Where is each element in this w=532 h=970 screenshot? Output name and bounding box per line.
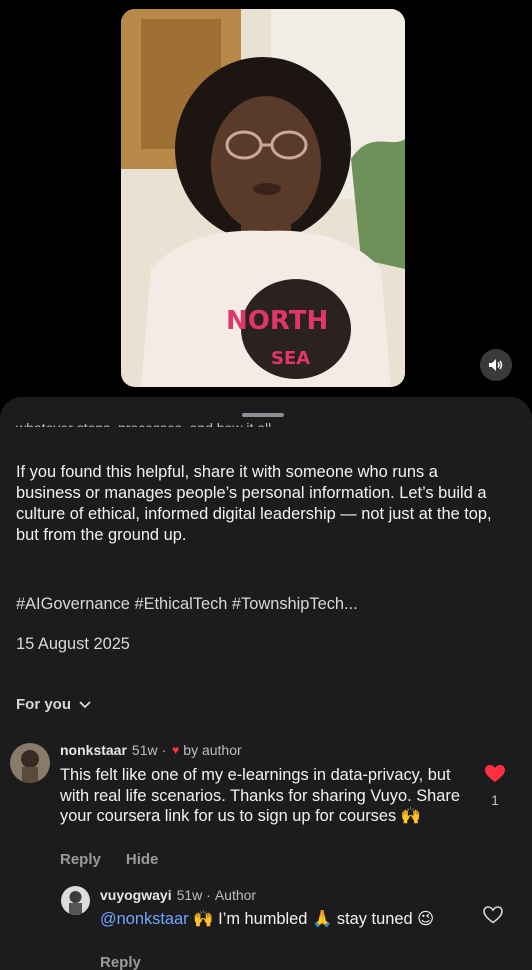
post-date: 15 August 2025 [16, 635, 130, 653]
like-count: 1 [491, 792, 499, 808]
svg-text:SEA: SEA [271, 348, 310, 369]
post-hashtags[interactable]: #AIGovernance #EthicalTech #TownshipTech… [16, 595, 358, 614]
heart-icon: ♥ [172, 743, 180, 757]
post-caption: If you found this helpful, share it with… [16, 463, 492, 544]
truncated-caption-line: whatever steps, processes, and how it al… [16, 415, 346, 427]
reply-button[interactable]: Reply [100, 954, 141, 970]
avatar[interactable] [10, 743, 50, 783]
comment-username[interactable]: vuyogwayi [100, 887, 172, 903]
sheet-drag-handle[interactable] [242, 413, 284, 417]
speaker-muted-icon [489, 359, 503, 371]
comment-meta: nonkstaar 51w · ♥ by author [60, 742, 242, 758]
comment-meta: vuyogwayi 51w · Author [100, 887, 256, 903]
avatar[interactable] [61, 886, 90, 915]
reply-text: 🙌 I’m humbled 🙏 stay tuned 😉 [188, 910, 435, 928]
comment-like [482, 906, 504, 929]
mute-button[interactable] [480, 349, 512, 381]
heart-outline-icon[interactable] [483, 906, 503, 924]
sort-label: For you [16, 696, 71, 713]
mention-link[interactable]: @nonkstaar [100, 910, 189, 928]
author-label: Author [214, 887, 257, 903]
comment-actions: Reply [100, 954, 141, 970]
chevron-down-icon [79, 700, 91, 708]
video-area: NORTH SEA [0, 0, 532, 398]
reply-button[interactable]: Reply [60, 851, 101, 868]
comment-like: 1 [484, 765, 506, 808]
post-details-sheet: whatever steps, processes, and how it al… [0, 397, 532, 970]
video-player[interactable]: NORTH SEA [121, 9, 405, 387]
hide-button[interactable]: Hide [126, 851, 159, 868]
svg-text:NORTH: NORTH [226, 306, 328, 336]
video-frame-image: NORTH SEA [121, 9, 405, 387]
comment-text: @nonkstaar 🙌 I’m humbled 🙏 stay tuned 😉 [100, 908, 460, 930]
comment-time: 51w · [131, 742, 167, 758]
comment-actions: Reply Hide [60, 851, 158, 868]
liked-by-author-label: by author [183, 742, 242, 758]
comment-sort-dropdown[interactable]: For you [16, 696, 91, 713]
comment-username[interactable]: nonkstaar [60, 742, 127, 758]
comment-text: This felt like one of my e-learnings in … [60, 766, 460, 825]
heart-filled-icon[interactable] [485, 765, 505, 783]
comment-time: 51w · [176, 887, 211, 903]
